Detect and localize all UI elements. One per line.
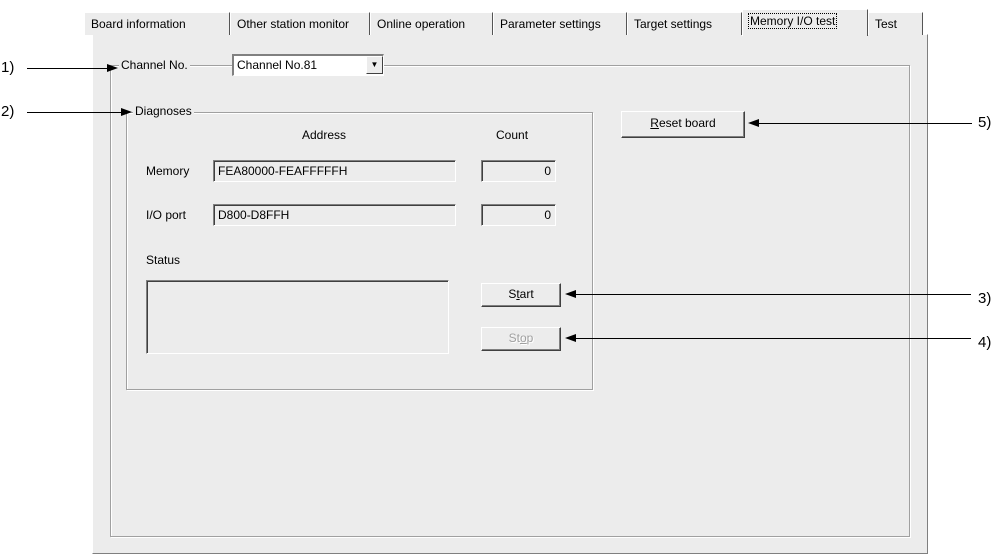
reset-board-button[interactable]: Reset board [621, 111, 745, 138]
count-header: Count [496, 128, 529, 142]
memory-count-field: 0 [481, 160, 556, 182]
tab-test[interactable]: Test [868, 12, 923, 35]
io-port-label: I/O port [146, 208, 187, 222]
diagnoses-legend: Diagnoses [133, 104, 194, 118]
callout-5-line [756, 123, 972, 124]
memory-address-field: FEA80000-FEAFFFFFH [213, 160, 456, 182]
memory-label: Memory [146, 164, 190, 178]
tab-board-information[interactable]: Board information [84, 12, 230, 35]
io-port-address-field: D800-D8FFH [213, 204, 456, 226]
tab-other-station-monitor[interactable]: Other station monitor [230, 12, 370, 35]
address-header: Address [302, 128, 347, 142]
tab-target-settings[interactable]: Target settings [627, 12, 742, 35]
start-button[interactable]: Start [481, 283, 561, 307]
callout-4-line [573, 338, 971, 339]
tab-memory-io-test[interactable]: Memory I/O test [742, 9, 868, 36]
callout-1-label: 1) [1, 59, 15, 76]
callout-2-label: 2) [1, 103, 15, 120]
callout-3-line [573, 294, 971, 295]
tab-parameter-settings[interactable]: Parameter settings [493, 12, 627, 35]
stop-button[interactable]: Stop [481, 327, 561, 351]
callout-3-label: 3) [978, 290, 992, 307]
status-box [146, 280, 449, 354]
callout-2-line [27, 112, 125, 113]
callout-4-label: 4) [978, 334, 992, 351]
callout-5-label: 5) [978, 114, 992, 131]
tab-online-operation[interactable]: Online operation [370, 12, 493, 35]
arrow-right-icon [121, 108, 132, 116]
arrow-right-icon [107, 64, 118, 72]
channel-select-value: Channel No.81 [237, 58, 318, 72]
chevron-down-icon[interactable]: ▼ [366, 56, 383, 74]
status-label: Status [146, 253, 181, 267]
io-port-count-field: 0 [481, 204, 556, 226]
callout-1-line [27, 68, 111, 69]
channel-select[interactable]: Channel No.81 ▼ [232, 54, 384, 76]
channel-legend: Channel No. [119, 58, 190, 72]
